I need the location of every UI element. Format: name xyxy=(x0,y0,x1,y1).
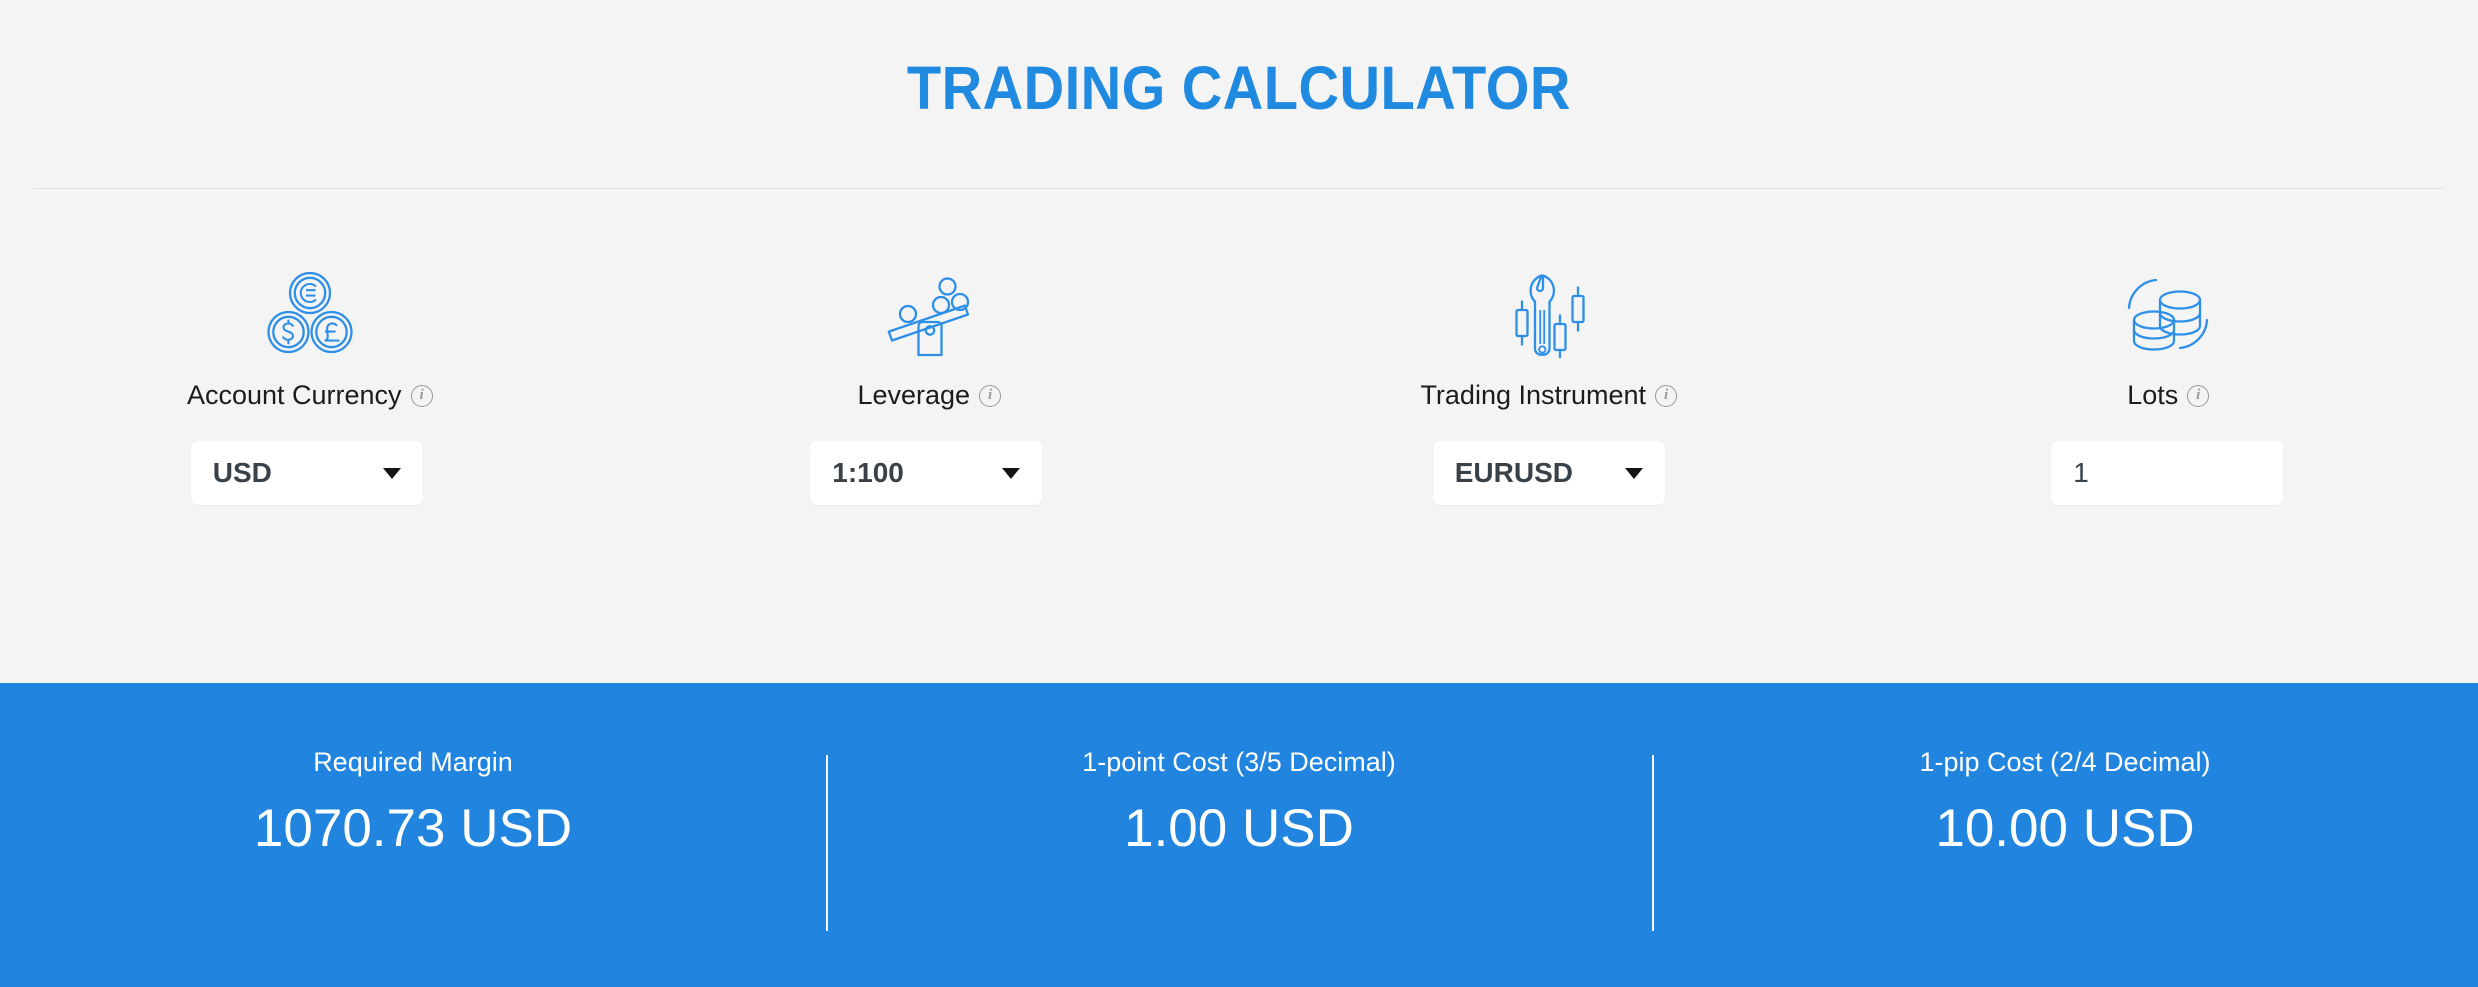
result-required-margin: Required Margin 1070.73 USD xyxy=(0,683,826,987)
result-label: 1-pip Cost (2/4 Decimal) xyxy=(1919,747,2211,777)
field-label-text: Leverage xyxy=(857,380,971,410)
result-value: 10.00 USD xyxy=(1935,799,2195,858)
trading-calculator-widget: TRADING CALCULATOR Account Currency i US… xyxy=(0,0,2478,987)
result-value: 1.00 USD xyxy=(1124,799,1354,858)
info-icon[interactable]: i xyxy=(1655,384,1678,407)
leverage-seesaw-icon xyxy=(884,268,974,360)
result-point-cost: 1-point Cost (3/5 Decimal) 1.00 USD xyxy=(826,683,1652,987)
field-trading-instrument: Trading Instrument i EURUSD xyxy=(1239,190,1859,683)
chevron-down-icon xyxy=(1624,467,1643,479)
results-bar: Required Margin 1070.73 USD 1-point Cost… xyxy=(0,683,2478,987)
leverage-value: 1:100 xyxy=(832,457,904,488)
result-value: 1070.73 USD xyxy=(253,799,573,858)
result-label: 1-point Cost (3/5 Decimal) xyxy=(1082,747,1396,777)
result-pip-cost: 1-pip Cost (2/4 Decimal) 10.00 USD xyxy=(1652,683,2478,987)
field-label: Account Currency i xyxy=(187,382,433,409)
result-label: Required Margin xyxy=(313,747,513,777)
trading-instrument-value: EURUSD xyxy=(1454,457,1573,488)
field-label: Lots i xyxy=(2127,380,2210,410)
field-lots: Lots i 1 xyxy=(1859,190,2478,683)
input-fields-row: Account Currency i USD Leverage i 1:100 … xyxy=(0,190,2478,683)
lots-value: 1 xyxy=(2073,457,2089,488)
info-icon[interactable]: i xyxy=(979,384,1002,407)
header: TRADING CALCULATOR xyxy=(0,0,2478,186)
lots-input[interactable]: 1 xyxy=(2051,441,2284,505)
currency-coins-icon xyxy=(265,268,355,360)
field-leverage: Leverage i 1:100 xyxy=(620,190,1240,683)
field-label-text: Lots xyxy=(2127,380,2179,410)
field-label-text: Account Currency xyxy=(186,380,402,410)
chevron-down-icon xyxy=(382,467,401,479)
coin-stack-icon xyxy=(2123,268,2213,360)
account-currency-select[interactable]: USD xyxy=(190,441,423,505)
info-icon[interactable]: i xyxy=(410,384,433,407)
field-label-text: Trading Instrument xyxy=(1420,380,1647,410)
info-icon[interactable]: i xyxy=(2187,384,2210,407)
field-account-currency: Account Currency i USD xyxy=(0,190,620,683)
chevron-down-icon xyxy=(1002,467,1021,479)
field-label: Leverage i xyxy=(857,380,1002,410)
trading-instrument-select[interactable]: EURUSD xyxy=(1432,441,1665,505)
account-currency-value: USD xyxy=(212,457,272,488)
header-divider xyxy=(33,188,2445,189)
leverage-select[interactable]: 1:100 xyxy=(810,441,1043,505)
wrench-candlestick-icon xyxy=(1504,268,1594,360)
page-title: TRADING CALCULATOR xyxy=(906,54,1571,122)
field-label: Trading Instrument i xyxy=(1420,380,1678,410)
